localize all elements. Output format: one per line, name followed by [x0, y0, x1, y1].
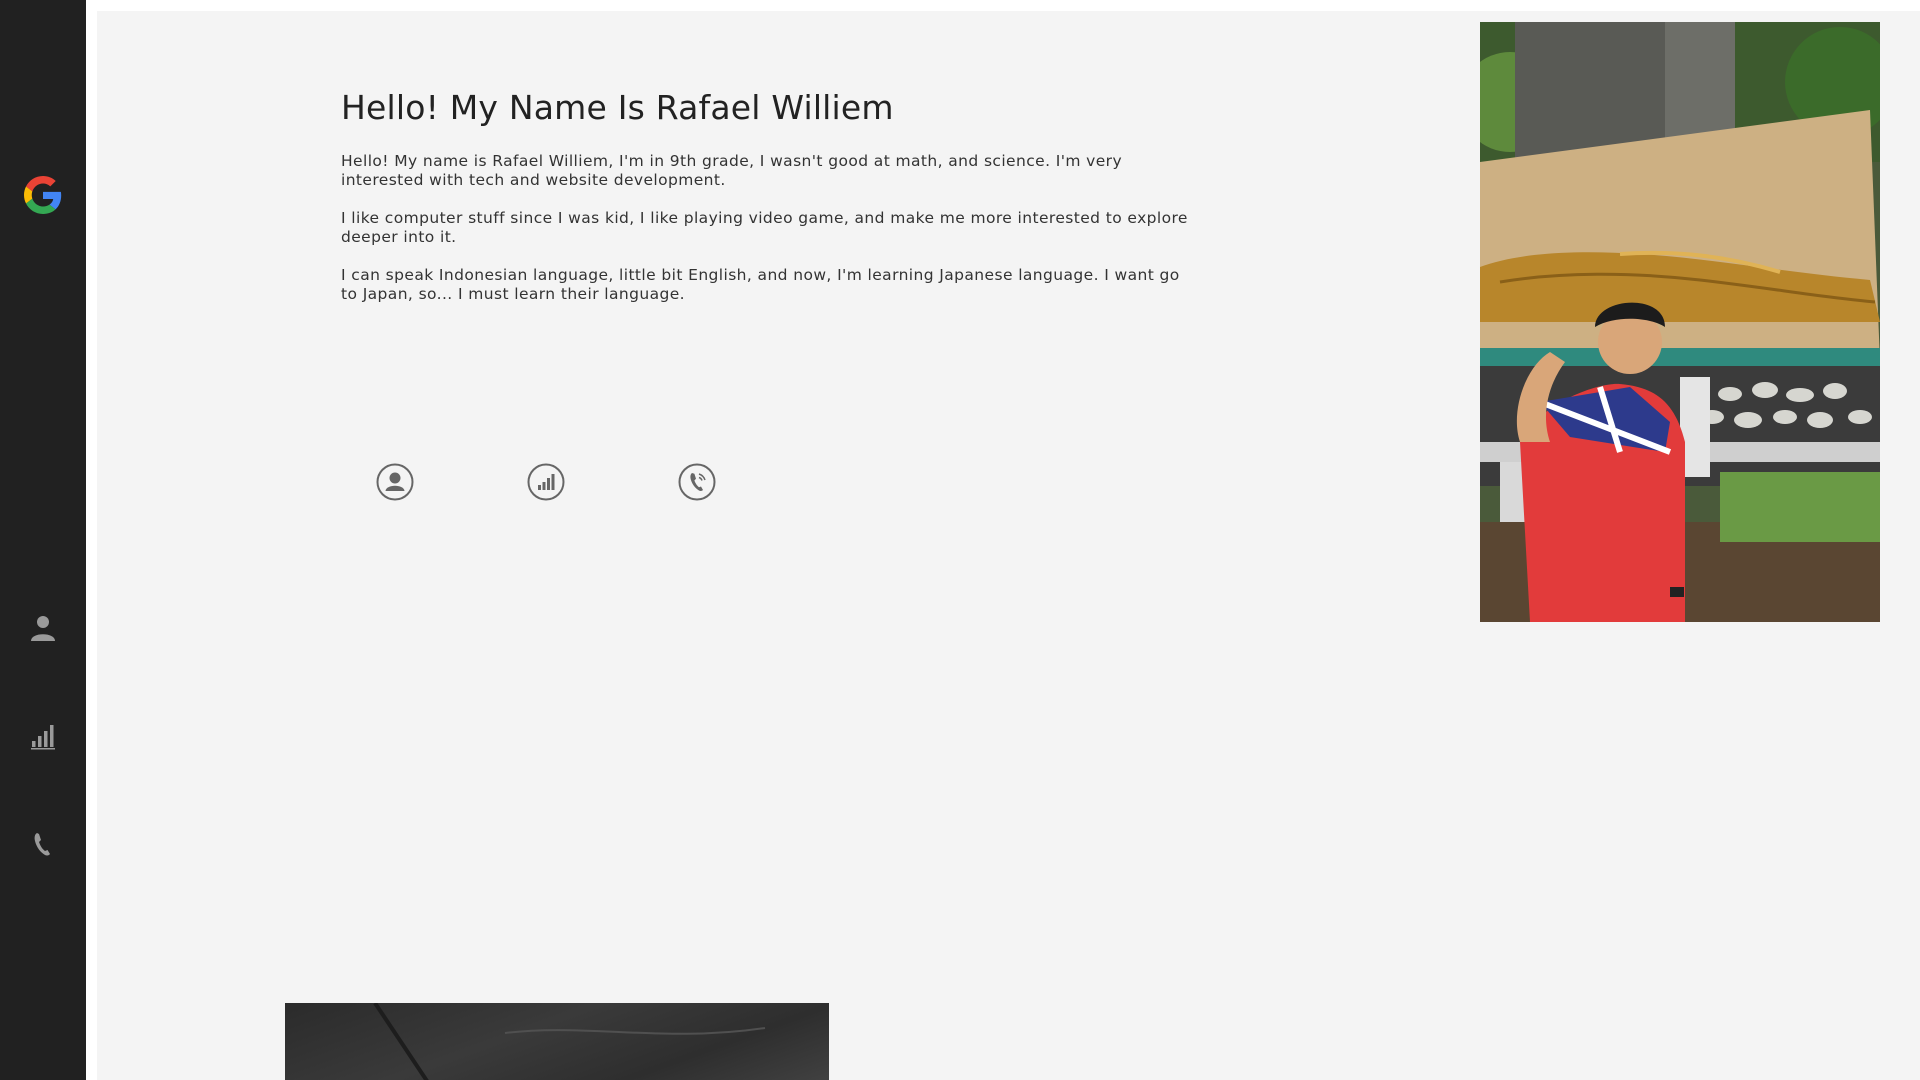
sidebar	[0, 0, 86, 1080]
sidebar-chart-icon[interactable]	[28, 721, 58, 751]
about-paragraph-2: I like computer stuff since I was kid, I…	[341, 209, 1188, 246]
bottom-image	[285, 1003, 829, 1080]
about-link-phone-icon[interactable]	[678, 463, 716, 501]
page-title: Hello! My Name Is Rafael Williem	[341, 88, 894, 127]
main-content: Hello! My Name Is Rafael Williem Hello! …	[97, 11, 1920, 1080]
about-link-user-icon[interactable]	[376, 463, 414, 501]
sidebar-user-icon[interactable]	[28, 613, 58, 643]
about-paragraph-1: Hello! My name is Rafael Williem, I'm in…	[341, 152, 1123, 189]
sidebar-phone-icon[interactable]	[28, 829, 58, 859]
profile-photo	[1480, 22, 1880, 622]
about-link-chart-icon[interactable]	[527, 463, 565, 501]
google-logo-icon[interactable]	[24, 176, 62, 214]
about-paragraph-3: I can speak Indonesian language, little …	[341, 266, 1180, 303]
